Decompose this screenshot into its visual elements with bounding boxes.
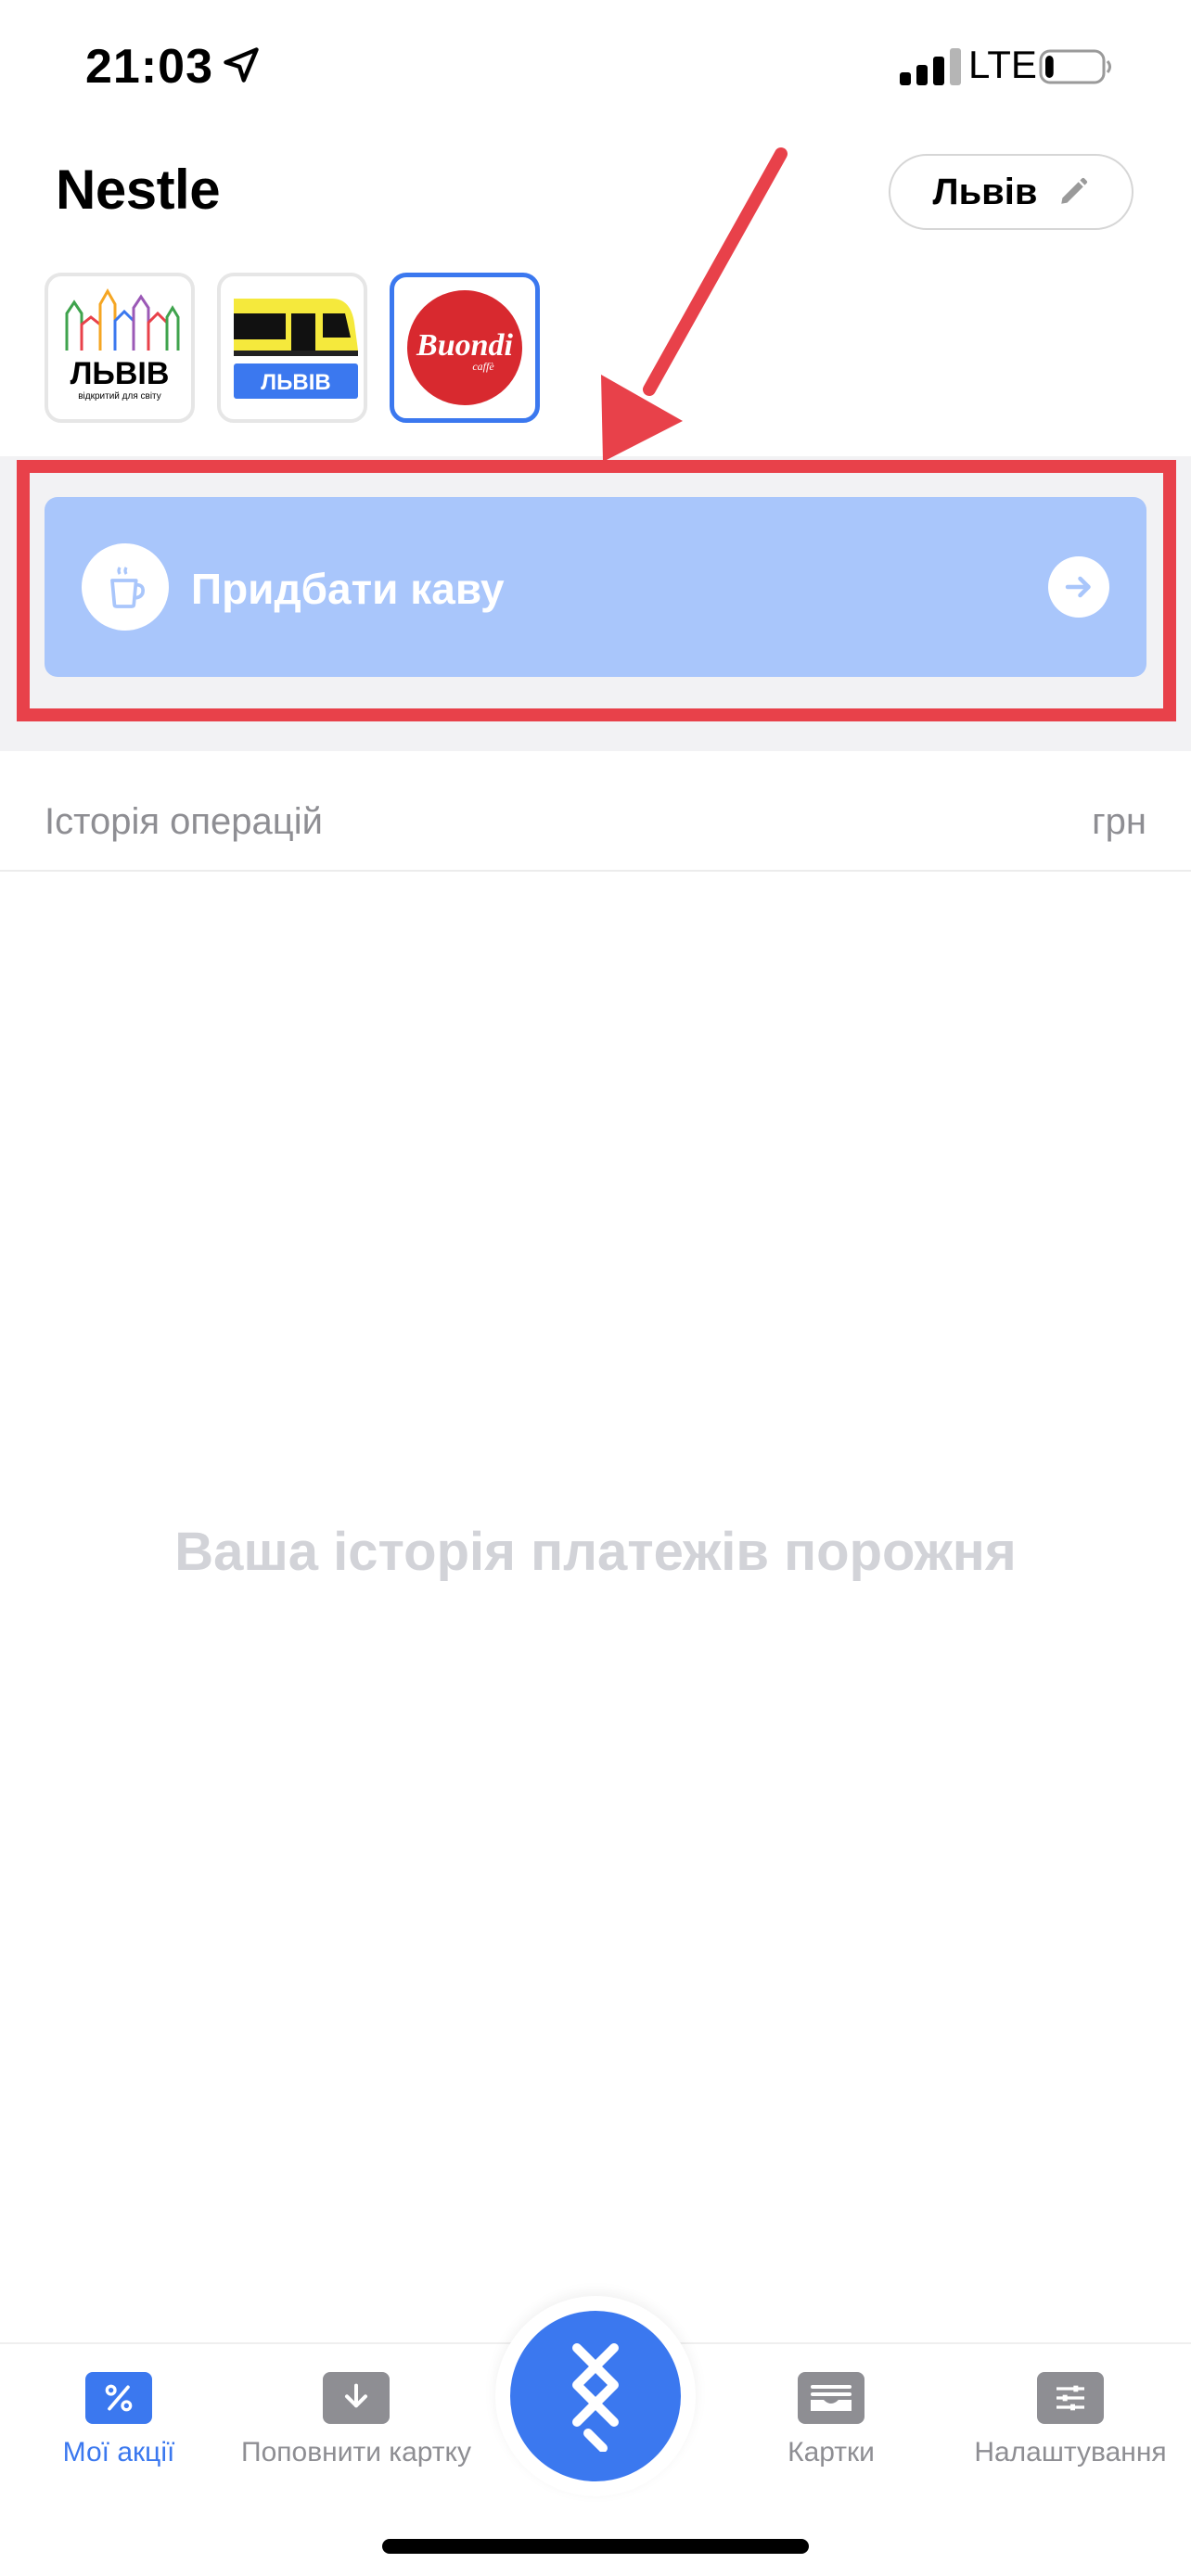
buondi-logo: Buondi caffè xyxy=(407,290,522,405)
tab-my-promos[interactable]: Мої акції xyxy=(0,2372,237,2468)
page-title: Nestle xyxy=(56,159,221,221)
battery-low-icon xyxy=(1039,49,1111,84)
tab-label: Мої акції xyxy=(62,2437,175,2468)
percent-icon xyxy=(85,2372,152,2424)
wallet-cards-icon xyxy=(798,2372,864,2424)
history-currency: грн xyxy=(1092,801,1146,842)
history-title: Історія операцій xyxy=(45,801,323,842)
tab-label: Налаштування xyxy=(974,2437,1167,2468)
history-header: Історія операцій грн xyxy=(0,788,1191,872)
buondi-logo-text: Buondi xyxy=(416,328,513,363)
city-select-button[interactable]: Львів xyxy=(889,154,1133,230)
city-button-label: Львів xyxy=(932,171,1038,212)
lviv-logo-subtext: відкритий для світу xyxy=(78,391,161,402)
transport-logo-text: ЛЬВІВ xyxy=(261,370,330,395)
tab-settings[interactable]: Налаштування xyxy=(952,2372,1189,2468)
tab-label: Картки xyxy=(788,2437,875,2468)
buondi-logo-subtext: caffè xyxy=(472,360,494,373)
status-bar: 21:03 LTE xyxy=(0,0,1191,139)
status-time: 21:03 xyxy=(85,40,213,94)
pencil-icon xyxy=(1061,177,1088,204)
tab-top-up-card[interactable]: Поповнити картку xyxy=(237,2372,475,2468)
annotation-highlight-box xyxy=(17,460,1176,721)
app-logo-icon xyxy=(572,2343,619,2452)
download-arrow-icon xyxy=(323,2372,390,2424)
tab-cards[interactable]: Картки xyxy=(712,2372,950,2468)
network-type: LTE xyxy=(968,43,1037,86)
tram-logo: ЛЬВІВ xyxy=(234,299,358,399)
tab-label: Поповнити картку xyxy=(241,2437,471,2468)
lviv-logo-text: ЛЬВІВ xyxy=(70,356,170,391)
card-lviv-transport[interactable]: ЛЬВІВ xyxy=(217,273,367,423)
cellular-signal-icon xyxy=(900,48,961,85)
card-lviv-city[interactable]: ЛЬВІВ відкритий для світу xyxy=(45,273,195,423)
empty-history-message: Ваша історія платежів порожня xyxy=(174,1522,1017,1582)
center-scan-button[interactable] xyxy=(510,2311,681,2481)
lviv-city-logo: ЛЬВІВ відкритий для світу xyxy=(65,287,180,402)
sliders-icon xyxy=(1037,2372,1104,2424)
card-buondi[interactable]: Buondi caffè xyxy=(390,273,540,423)
location-arrow-icon xyxy=(224,47,259,83)
home-indicator xyxy=(382,2539,809,2554)
